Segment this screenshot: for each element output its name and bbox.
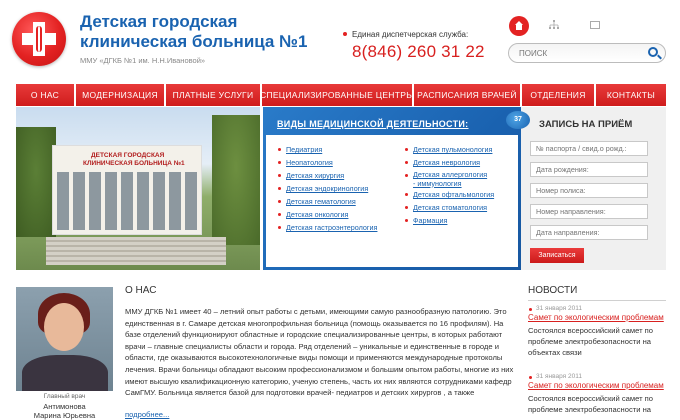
- chief-doctor-role: Главный врач: [43, 393, 86, 400]
- search-box: [508, 43, 666, 63]
- site-title-line1[interactable]: Детская городская: [80, 12, 237, 31]
- hospital-logo-icon[interactable]: [12, 12, 66, 66]
- passport-field[interactable]: [530, 141, 648, 156]
- news-item: 31 января 2011 Самет по экологическим пр…: [528, 305, 666, 358]
- activity-link[interactable]: Детская гематология: [278, 195, 377, 208]
- activity-link[interactable]: Детская гастроэнтерология: [278, 221, 377, 234]
- news-item: 31 января 2011 Самет по экологическим пр…: [528, 373, 666, 415]
- nav-item-contacts[interactable]: КОНТАКТЫ: [596, 84, 666, 106]
- appointment-title: ЗАПИСЬ НА ПРИЁМ: [539, 119, 633, 130]
- news-body: Состоялся всероссийский самет по проблем…: [528, 326, 654, 357]
- dispatch-label: Единая диспетчерская служба:: [352, 30, 469, 39]
- news-title-link[interactable]: Самет по экологическим проблемам: [528, 381, 666, 390]
- chief-doctor-photo: [16, 287, 113, 391]
- chief-doctor-surname: Антимонова: [43, 402, 86, 411]
- sitemap-icon[interactable]: [549, 20, 559, 30]
- activity-link[interactable]: Детская неврология: [405, 156, 494, 169]
- site-header: Детская городская клиническая больница №…: [0, 0, 680, 84]
- activity-link[interactable]: Педиатрия: [278, 143, 377, 156]
- activity-link[interactable]: Неопатология: [278, 156, 377, 169]
- tree-right: [212, 115, 260, 245]
- building-sign-line2: КЛИНИЧЕСКАЯ БОЛЬНИЦА №1: [83, 160, 185, 167]
- site-title-line2[interactable]: клиническая больница №1: [80, 32, 308, 51]
- search-icon[interactable]: [648, 47, 658, 57]
- referral-date-field[interactable]: [530, 225, 648, 240]
- nav-item-specialized-centers[interactable]: СПЕЦИАЛИЗИРОВАННЫЕ ЦЕНТРЫ: [260, 84, 414, 106]
- logo-snake-icon: [36, 26, 42, 52]
- activity-link[interactable]: Детская эндокринология: [278, 182, 377, 195]
- photo-shoulders: [22, 355, 108, 391]
- hospital-building-photo: ДЕТСКАЯ ГОРОДСКАЯ КЛИНИЧЕСКАЯ БОЛЬНИЦА №…: [16, 107, 260, 270]
- activity-link[interactable]: Детская хирургия: [278, 169, 377, 182]
- appointment-form: 37 ЗАПИСЬ НА ПРИЁМ Записаться: [506, 107, 666, 270]
- nav-item-about[interactable]: О НАС: [16, 84, 74, 106]
- dispatch-phone: 8(846) 260 31 22: [352, 42, 485, 61]
- activities-left-column: Педиатрия Неопатология Детская хирургия …: [278, 143, 377, 234]
- activity-link-line2: - иммунология: [413, 178, 462, 188]
- mail-icon[interactable]: [590, 21, 600, 29]
- tree-left: [16, 127, 56, 237]
- nav-item-doctor-schedules[interactable]: РАСПИСАНИЯ ВРАЧЕЙ: [414, 84, 520, 106]
- medical-activities-panel: ВИДЫ МЕДИЦИНСКОЙ ДЕЯТЕЛЬНОСТИ: Педиатрия…: [263, 107, 521, 270]
- nav-item-paid-services[interactable]: ПЛАТНЫЕ УСЛУГИ: [166, 84, 260, 106]
- news-date: 31 января 2011: [528, 373, 666, 380]
- activity-link[interactable]: Фармация: [405, 214, 494, 227]
- news-divider: [528, 300, 666, 301]
- activity-link[interactable]: Детская аллергология - иммунология: [405, 169, 494, 188]
- policy-number-field[interactable]: [530, 183, 648, 198]
- birth-date-field[interactable]: [530, 162, 648, 177]
- about-text: ММУ ДГКБ №1 имеет 40 – летний опыт работ…: [125, 307, 514, 398]
- site-subtitle: ММУ «ДГКБ №1 им. Н.Н.Ивановой»: [80, 56, 206, 65]
- read-more-link[interactable]: подробнее...: [125, 410, 169, 419]
- activity-link[interactable]: Детская онкология: [278, 208, 377, 221]
- news-heading[interactable]: НОВОСТИ: [528, 285, 577, 296]
- news-body: Состоялся всероссийский самет по проблем…: [528, 394, 654, 414]
- photo-face: [44, 303, 84, 351]
- building-windows: [57, 172, 199, 230]
- dispatch-bullet-icon: [343, 32, 347, 36]
- building-sign-line1: ДЕТСКАЯ ГОРОДСКАЯ: [91, 152, 165, 159]
- building-steps: [46, 237, 226, 265]
- chief-doctor-name: Марина Юрьевна: [33, 411, 96, 420]
- search-input[interactable]: [519, 47, 639, 60]
- appointment-badge-icon: 37: [506, 111, 530, 129]
- about-heading: О НАС: [125, 285, 157, 296]
- news-title-link[interactable]: Самет по экологическим проблемам: [528, 313, 666, 322]
- nav-item-departments[interactable]: ОТДЕЛЕНИЯ: [522, 84, 594, 106]
- medical-activities-list: Педиатрия Неопатология Детская хирургия …: [266, 135, 518, 267]
- referral-number-field[interactable]: [530, 204, 648, 219]
- main-nav: О НАС МОДЕРНИЗАЦИЯ ПЛАТНЫЕ УСЛУГИ СПЕЦИА…: [16, 84, 666, 106]
- submit-appointment-button[interactable]: Записаться: [530, 248, 584, 263]
- activities-right-column: Детская пульмонология Детская неврология…: [405, 143, 494, 227]
- activity-link[interactable]: Детская стоматология: [405, 201, 494, 214]
- nav-item-modernization[interactable]: МОДЕРНИЗАЦИЯ: [76, 84, 164, 106]
- building: ДЕТСКАЯ ГОРОДСКАЯ КЛИНИЧЕСКАЯ БОЛЬНИЦА №…: [52, 145, 202, 235]
- news-date: 31 января 2011: [528, 305, 666, 312]
- activity-link[interactable]: Детская офтальмология: [405, 188, 494, 201]
- home-icon[interactable]: [509, 16, 529, 36]
- medical-activities-heading[interactable]: ВИДЫ МЕДИЦИНСКОЙ ДЕЯТЕЛЬНОСТИ:: [277, 119, 468, 129]
- activity-link[interactable]: Детская пульмонология: [405, 143, 494, 156]
